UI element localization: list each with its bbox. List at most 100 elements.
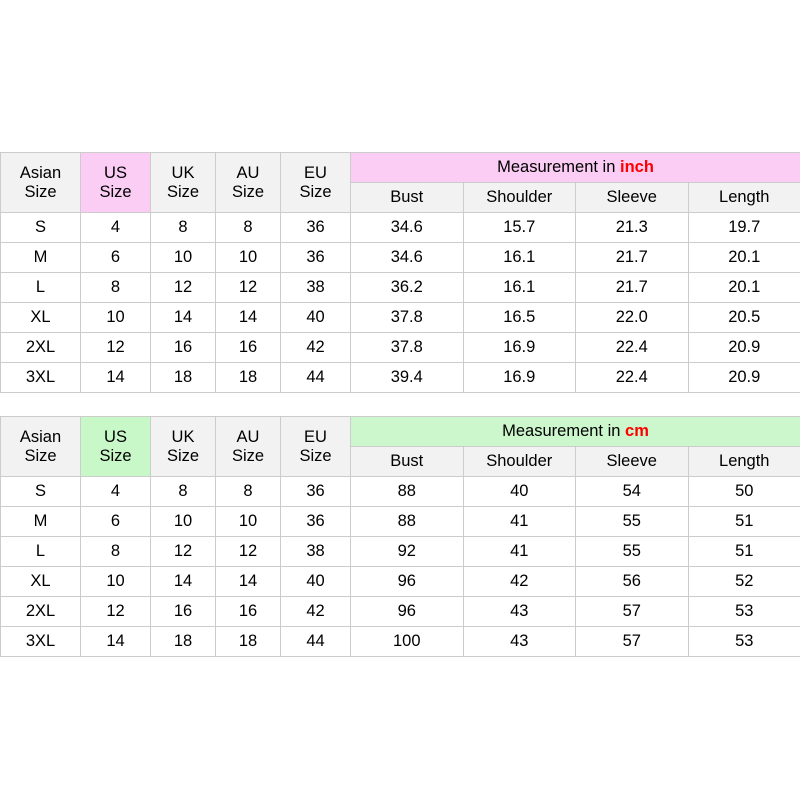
header-length-inch: Length [687,182,800,213]
table-row: XL 10 14 14 40 37.8 16.5 22.0 20.5 [0,302,800,333]
banner-prefix-inch: Measurement in [497,158,620,177]
header-asian-size: Asian Size [0,152,81,213]
cell-sleeve: 57 [575,626,689,657]
cell-sleeve: 55 [575,536,689,567]
cell-sleeve: 21.7 [575,272,689,303]
cell-bust: 34.6 [350,242,464,273]
header-us-line2: Size [99,446,132,465]
cell-shoulder: 16.5 [462,302,576,333]
cell-asian: XL [0,566,81,597]
cell-bust: 37.8 [350,302,464,333]
cell-asian: 2XL [0,596,81,627]
cell-us: 10 [80,302,151,333]
cell-eu: 42 [280,332,351,363]
cell-asian: S [0,476,81,507]
cell-us: 8 [80,536,151,567]
cell-us: 12 [80,332,151,363]
header-uk-line2: Size [166,182,200,201]
cell-sleeve: 22.4 [575,362,689,393]
header-au-line2: Size [231,446,265,465]
cell-eu: 36 [280,506,351,537]
header-sleeve-cm: Sleeve [575,446,689,477]
cell-au: 8 [215,476,281,507]
cell-au: 14 [215,566,281,597]
cell-bust: 34.6 [350,212,464,243]
cell-au: 16 [215,332,281,363]
header-asian-size: Asian Size [0,416,81,477]
cell-bust: 100 [350,626,464,657]
header-sleeve-inch: Sleeve [575,182,689,213]
cell-uk: 10 [150,242,216,273]
cell-sleeve: 55 [575,506,689,537]
header-eu-size: EU Size [280,152,351,213]
cell-au: 18 [215,626,281,657]
cell-eu: 42 [280,596,351,627]
table-row: S 4 8 8 36 88 40 54 50 [0,476,800,507]
size-chart-table-cm: Asian Size US Size UK Size AU Size EU Si… [0,416,800,657]
cell-us: 12 [80,596,151,627]
header-au-line1: AU [236,163,260,182]
header-us-size: US Size [80,416,151,477]
header-au-line1: AU [236,427,260,446]
cell-us: 14 [80,362,151,393]
cell-sleeve: 54 [575,476,689,507]
cell-bust: 96 [350,596,464,627]
cell-length: 51 [687,506,800,537]
cell-us: 14 [80,626,151,657]
cell-asian: M [0,242,81,273]
header-eu-size: EU Size [280,416,351,477]
table-row: 3XL 14 18 18 44 100 43 57 53 [0,626,800,657]
cell-length: 52 [687,566,800,597]
cell-au: 10 [215,506,281,537]
cell-bust: 37.8 [350,332,464,363]
header-bust-inch: Bust [350,182,464,213]
header-row-top: Asian Size US Size UK Size AU Size EU Si… [0,416,800,477]
cell-sleeve: 56 [575,566,689,597]
cell-shoulder: 43 [462,626,576,657]
header-length-cm: Length [687,446,800,477]
cell-bust: 92 [350,536,464,567]
header-au-line2: Size [231,182,265,201]
cell-uk: 8 [150,212,216,243]
table-row: M 6 10 10 36 34.6 16.1 21.7 20.1 [0,242,800,273]
cell-uk: 14 [150,302,216,333]
cell-sleeve: 21.7 [575,242,689,273]
table-row: 3XL 14 18 18 44 39.4 16.9 22.4 20.9 [0,362,800,393]
cell-uk: 14 [150,566,216,597]
cell-length: 19.7 [687,212,800,243]
cell-asian: 3XL [0,626,81,657]
cell-length: 20.9 [687,332,800,363]
measurement-banner-cm: Measurement in cm [350,416,800,447]
cell-eu: 38 [280,536,351,567]
cell-bust: 39.4 [350,362,464,393]
table-row: XL 10 14 14 40 96 42 56 52 [0,566,800,597]
cell-sleeve: 21.3 [575,212,689,243]
cell-asian: M [0,506,81,537]
cell-shoulder: 16.1 [462,242,576,273]
cell-eu: 36 [280,212,351,243]
cell-length: 20.1 [687,242,800,273]
header-uk-size: UK Size [150,416,216,477]
header-au-size: AU Size [215,416,281,477]
size-chart-page: Asian Size US Size UK Size AU Size EU Si… [0,0,800,800]
cell-length: 20.9 [687,362,800,393]
cell-shoulder: 40 [462,476,576,507]
cell-au: 12 [215,536,281,567]
header-au-size: AU Size [215,152,281,213]
cell-shoulder: 42 [462,566,576,597]
cell-bust: 88 [350,506,464,537]
header-asian-line2: Size [24,182,57,201]
cell-us: 4 [80,476,151,507]
cell-asian: 3XL [0,362,81,393]
table-row: 2XL 12 16 16 42 37.8 16.9 22.4 20.9 [0,332,800,363]
header-eu-line2: Size [299,446,332,465]
header-uk-line1: UK [171,427,195,446]
cell-bust: 88 [350,476,464,507]
cell-sleeve: 22.4 [575,332,689,363]
cell-us: 6 [80,506,151,537]
banner-unit-cm: cm [625,422,649,441]
header-asian-line1: Asian [19,163,62,182]
table-row: L 8 12 12 38 36.2 16.1 21.7 20.1 [0,272,800,303]
table-row: L 8 12 12 38 92 41 55 51 [0,536,800,567]
header-asian-line1: Asian [19,427,62,446]
